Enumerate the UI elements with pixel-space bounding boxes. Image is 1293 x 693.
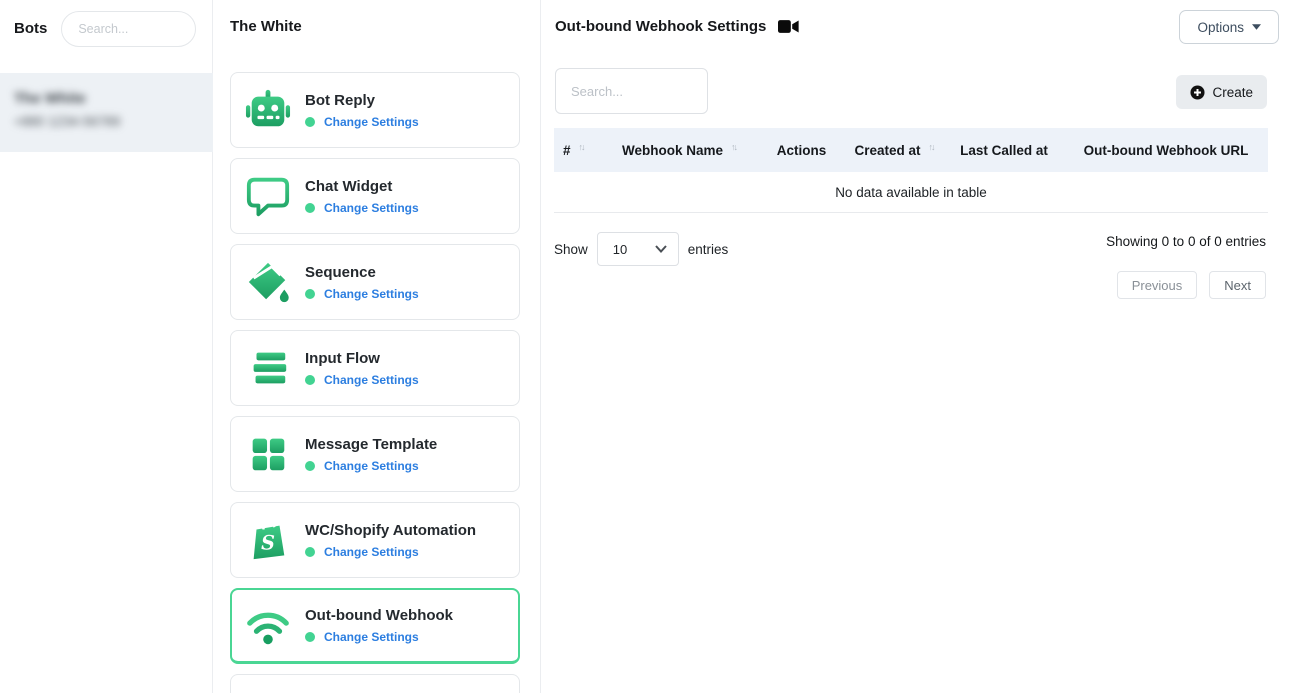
video-camera-icon[interactable] bbox=[778, 19, 800, 34]
column-header--[interactable]: # ↑↓ bbox=[554, 143, 599, 158]
status-dot bbox=[305, 375, 315, 385]
plus-circle-icon bbox=[1190, 85, 1205, 100]
feature-card-chat-widget[interactable]: Chat Widget Change Settings bbox=[230, 158, 520, 234]
show-label: Show bbox=[554, 242, 588, 257]
column-label: # bbox=[563, 143, 571, 158]
entries-label: entries bbox=[688, 242, 729, 257]
bot-phone-redacted: +880 1234-56789 bbox=[14, 114, 199, 129]
options-button[interactable]: Options bbox=[1179, 10, 1279, 44]
main-header: Out-bound Webhook Settings bbox=[555, 18, 800, 35]
sort-arrows-icon[interactable]: ↑↓ bbox=[579, 142, 584, 152]
column-label: Webhook Name bbox=[622, 143, 723, 158]
feature-card-title: WC/Shopify Automation bbox=[305, 522, 476, 539]
column-header-last-called-at: Last Called at bbox=[944, 143, 1064, 158]
status-dot bbox=[305, 547, 315, 557]
feature-card-out-bound-webhook[interactable]: Out-bound Webhook Change Settings bbox=[230, 588, 520, 664]
feature-card-list: Bot Reply Change Settings Chat Widget Ch… bbox=[230, 72, 520, 693]
bot-name-redacted: The White bbox=[14, 90, 199, 107]
sort-arrows-icon[interactable]: ↑↓ bbox=[731, 142, 736, 152]
page-size-control: Show 10 entries bbox=[554, 232, 728, 266]
feature-card-bot-reply[interactable]: Bot Reply Change Settings bbox=[230, 72, 520, 148]
column-header-actions: Actions bbox=[759, 143, 844, 158]
change-settings-link[interactable]: Change Settings bbox=[324, 201, 419, 215]
status-dot bbox=[305, 461, 315, 471]
feature-card-title: Bot Reply bbox=[305, 92, 419, 109]
shopify-bag-icon bbox=[245, 517, 291, 563]
pagination-controls: Previous Next bbox=[1117, 271, 1266, 299]
status-dot bbox=[305, 203, 315, 213]
main-content: Out-bound Webhook Settings Options Creat… bbox=[542, 0, 1293, 693]
create-button-label: Create bbox=[1212, 85, 1253, 100]
change-settings-link[interactable]: Change Settings bbox=[324, 373, 419, 387]
status-dot bbox=[305, 632, 315, 642]
bots-sidebar: Bots The White +880 1234-56789 bbox=[0, 0, 213, 693]
sort-arrows-icon[interactable]: ↑↓ bbox=[929, 142, 934, 152]
page-title: Out-bound Webhook Settings bbox=[555, 18, 766, 35]
feature-card-partial[interactable] bbox=[230, 674, 520, 693]
bot-panel-title: The White bbox=[230, 18, 302, 35]
column-header-webhook-name[interactable]: Webhook Name ↑↓ bbox=[599, 143, 759, 158]
feature-card-sequence[interactable]: Sequence Change Settings bbox=[230, 244, 520, 320]
feature-card-title: Chat Widget bbox=[305, 178, 419, 195]
column-label: Out-bound Webhook URL bbox=[1084, 143, 1249, 158]
change-settings-link[interactable]: Change Settings bbox=[324, 545, 419, 559]
robot-icon bbox=[245, 87, 291, 133]
wifi-icon bbox=[245, 603, 291, 649]
grid-icon bbox=[245, 431, 291, 477]
feature-card-title: Out-bound Webhook bbox=[305, 607, 453, 624]
feature-card-wc-shopify-automation[interactable]: WC/Shopify Automation Change Settings bbox=[230, 502, 520, 578]
paint-bucket-icon bbox=[245, 259, 291, 305]
feature-card-input-flow[interactable]: Input Flow Change Settings bbox=[230, 330, 520, 406]
options-button-label: Options bbox=[1197, 20, 1244, 35]
change-settings-link[interactable]: Change Settings bbox=[324, 287, 419, 301]
next-button[interactable]: Next bbox=[1209, 271, 1266, 299]
entries-summary: Showing 0 to 0 of 0 entries bbox=[1106, 234, 1266, 249]
change-settings-link[interactable]: Change Settings bbox=[324, 630, 419, 644]
bots-sidebar-header: Bots bbox=[0, 0, 212, 57]
bots-title: Bots bbox=[14, 20, 47, 37]
page-size-select[interactable]: 10 bbox=[597, 232, 679, 266]
feature-card-title: Message Template bbox=[305, 436, 437, 453]
column-header-out-bound-webhook-url: Out-bound Webhook URL bbox=[1064, 143, 1268, 158]
change-settings-link[interactable]: Change Settings bbox=[324, 459, 419, 473]
status-dot bbox=[305, 117, 315, 127]
feature-card-message-template[interactable]: Message Template Change Settings bbox=[230, 416, 520, 492]
column-header-created-at[interactable]: Created at ↑↓ bbox=[844, 143, 944, 158]
bars-icon bbox=[245, 345, 291, 391]
status-dot bbox=[305, 289, 315, 299]
bot-features-panel: The White Bot Reply Change Settings Chat… bbox=[214, 0, 541, 693]
page-size-value: 10 bbox=[613, 242, 627, 257]
webhook-table-header: # ↑↓ Webhook Name ↑↓ Actions Created at ↑↓ Last… bbox=[554, 128, 1268, 172]
create-button[interactable]: Create bbox=[1176, 75, 1267, 109]
table-empty-message: No data available in table bbox=[554, 172, 1268, 213]
column-label: Last Called at bbox=[960, 143, 1048, 158]
chat-bubble-icon bbox=[245, 173, 291, 219]
caret-down-icon bbox=[1252, 24, 1261, 30]
previous-button[interactable]: Previous bbox=[1117, 271, 1198, 299]
feature-card-title: Input Flow bbox=[305, 350, 419, 367]
change-settings-link[interactable]: Change Settings bbox=[324, 115, 419, 129]
chevron-down-icon bbox=[655, 245, 667, 253]
column-label: Actions bbox=[777, 143, 827, 158]
bots-search-input[interactable] bbox=[61, 11, 196, 47]
bot-list-item-selected[interactable]: The White +880 1234-56789 bbox=[0, 73, 213, 152]
feature-card-title: Sequence bbox=[305, 264, 419, 281]
webhook-search-input[interactable] bbox=[555, 68, 708, 114]
column-label: Created at bbox=[854, 143, 920, 158]
